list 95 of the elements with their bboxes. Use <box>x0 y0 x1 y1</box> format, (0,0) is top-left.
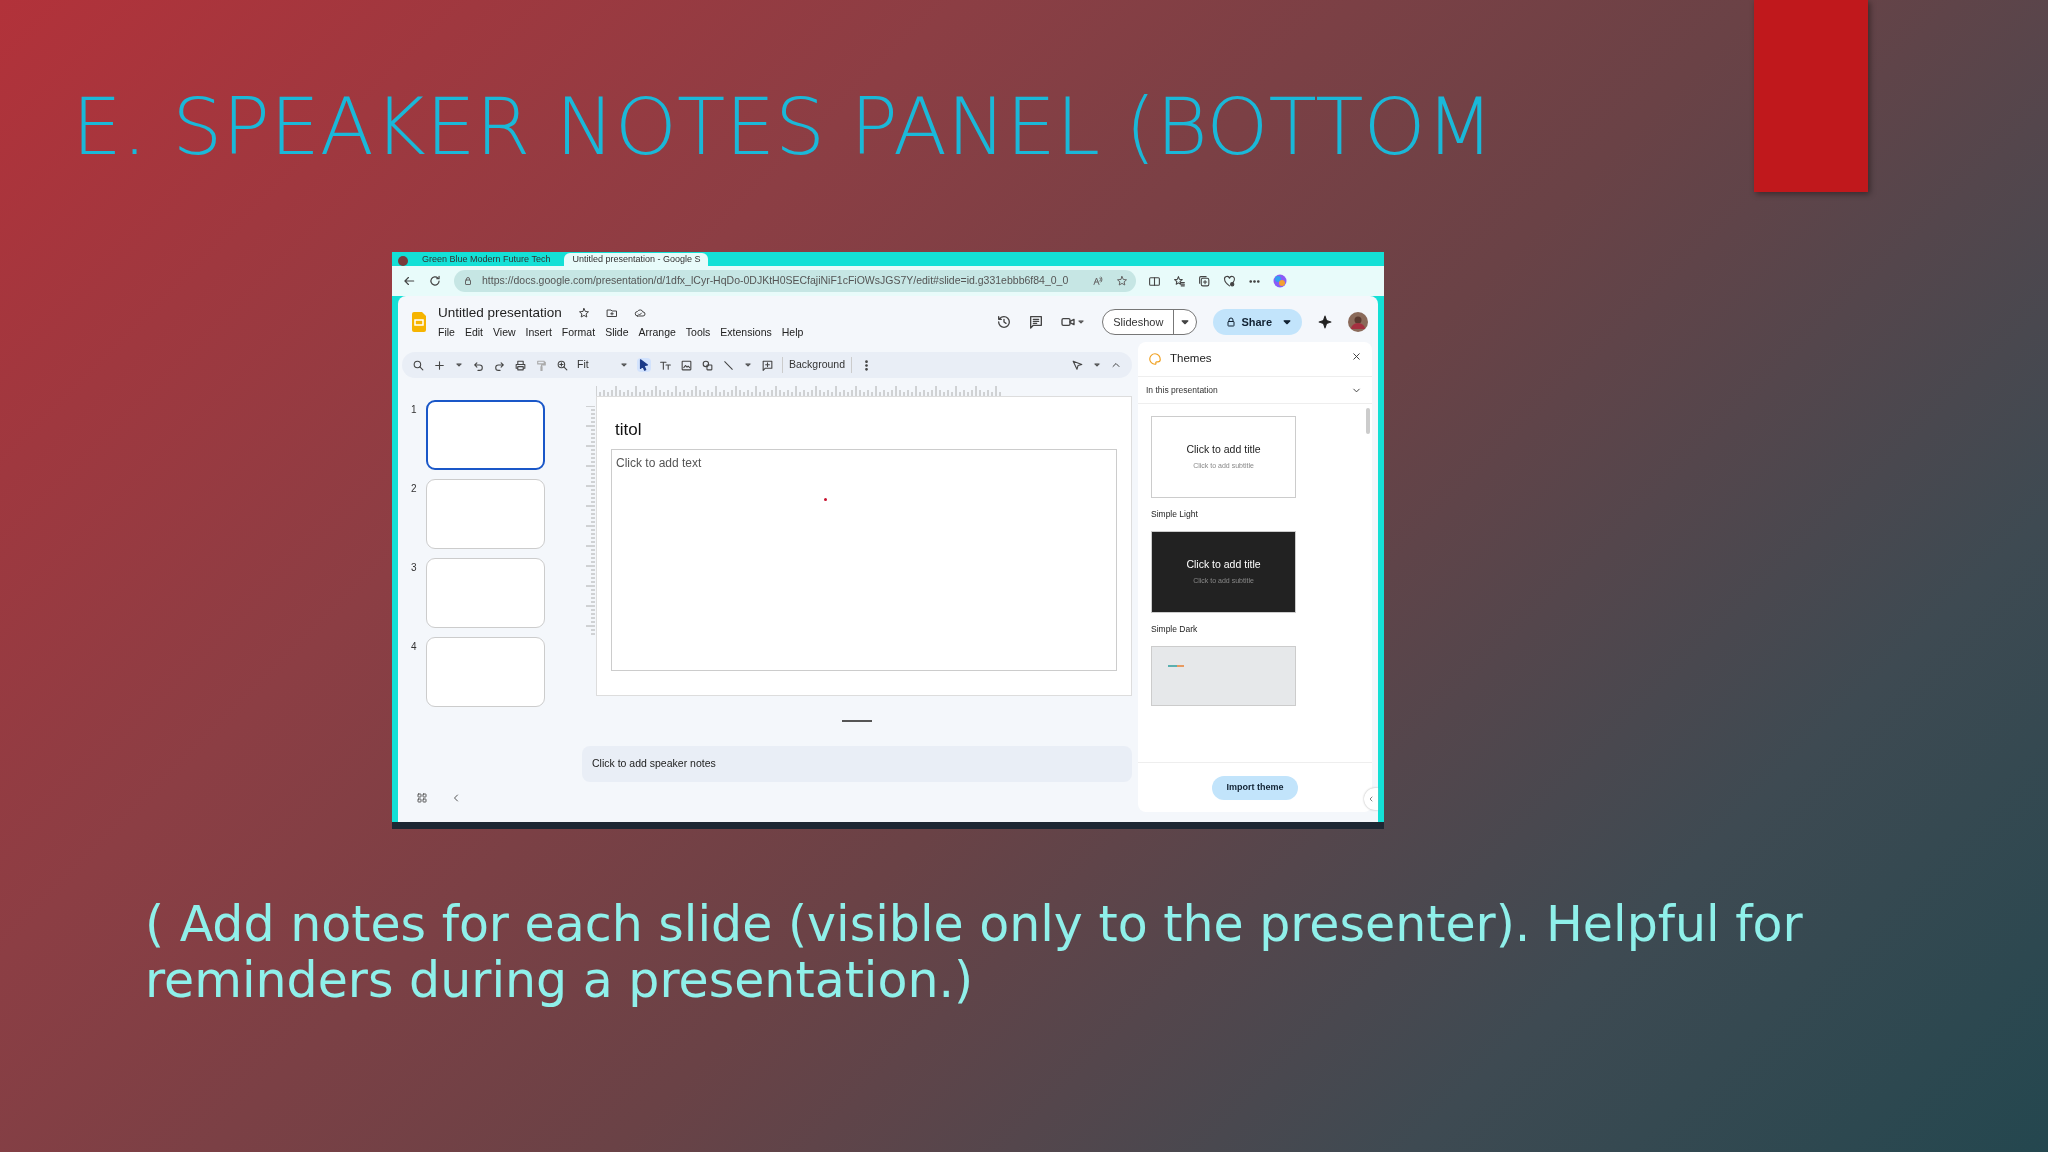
zoom-button[interactable] <box>556 358 569 372</box>
sparkle-icon <box>1318 315 1332 329</box>
paint-roller-icon <box>535 358 548 372</box>
menu-item[interactable]: Extensions <box>720 325 772 341</box>
palette-icon <box>1148 352 1162 366</box>
grid-icon <box>416 792 428 804</box>
add-comment-button[interactable] <box>761 358 774 372</box>
menu-item[interactable]: Format <box>561 325 596 341</box>
menu-item[interactable]: Help <box>781 325 804 341</box>
import-theme-button[interactable]: Import theme <box>1212 775 1298 800</box>
pointer-dot <box>824 497 827 501</box>
document-title[interactable]: Untitled presentation <box>438 303 562 324</box>
slides-logo-icon <box>412 312 426 332</box>
background-button[interactable]: Background <box>782 357 853 373</box>
cursor-icon <box>637 358 651 372</box>
menu-item[interactable]: View <box>493 325 516 341</box>
copilot-icon[interactable] <box>1273 274 1287 288</box>
print-button[interactable] <box>514 358 527 372</box>
reload-icon <box>428 274 442 288</box>
star-button[interactable] <box>577 307 590 320</box>
url-text: https://docs.google.com/presentation/d/1dfx_lCyr-HqDo-0DJKtH0SECfajiNiF1cFiOWsJGS7Y/edit#slide=id.g331ebbb6f84_0_0 <box>482 273 1069 289</box>
move-folder-button[interactable] <box>605 307 618 320</box>
version-history-button[interactable] <box>996 314 1013 330</box>
slide-title-text: titol <box>615 419 643 441</box>
star-icon <box>577 307 590 320</box>
read-aloud-icon <box>1092 275 1104 287</box>
split-screen-button[interactable] <box>1148 274 1161 288</box>
back-arrow-icon <box>402 274 416 288</box>
menu-item[interactable]: Edit <box>464 325 483 341</box>
slide-thumbnail[interactable] <box>426 400 545 470</box>
menu-item[interactable]: File <box>438 325 455 341</box>
slide-number: 4 <box>411 640 417 654</box>
close-icon <box>1351 351 1362 363</box>
search-icon <box>412 358 425 372</box>
line-button[interactable] <box>722 358 735 372</box>
grid-view-button[interactable] <box>416 792 428 804</box>
speaker-notes-field[interactable]: Click to add speaker notes <box>582 746 1132 782</box>
caption-text: ( Add notes for each slide (visible only to the presenter). Helpful for reminders during a presentation.) <box>145 895 1804 1010</box>
comments-button[interactable] <box>1028 314 1045 330</box>
folder-icon <box>605 307 618 320</box>
slide-title: E. SPEAKER NOTES PANEL (BOTTOM <box>71 80 1494 167</box>
slide-canvas[interactable]: titol Click to add text <box>596 396 1132 696</box>
search-button[interactable] <box>412 358 425 372</box>
line-icon <box>722 358 735 372</box>
image-icon <box>680 358 693 372</box>
browser-tab[interactable]: Green Blue Modern Future Tech <box>414 253 559 266</box>
scrollbar[interactable] <box>1366 408 1370 434</box>
new-slide-button[interactable] <box>433 358 446 372</box>
image-button[interactable] <box>680 358 693 372</box>
back-button[interactable] <box>402 274 416 288</box>
theme-name: Simple Light <box>1151 508 1199 521</box>
resize-handle[interactable] <box>842 720 872 722</box>
slide-number: 2 <box>411 482 417 496</box>
zoom-dropdown[interactable]: Fit <box>577 357 629 373</box>
menu-item[interactable]: Arrange <box>638 325 676 341</box>
menu-item[interactable]: Slide <box>605 325 629 341</box>
select-tool-button[interactable] <box>637 358 651 372</box>
lock-icon <box>1225 316 1238 328</box>
favorite-star-icon <box>1116 275 1128 287</box>
heart-icon <box>1223 274 1236 288</box>
heart-icon-button[interactable] <box>1223 274 1236 288</box>
menu-item[interactable]: Tools <box>685 325 711 341</box>
collections-icon <box>1198 274 1211 288</box>
cloud-saved-icon[interactable] <box>633 307 646 320</box>
address-bar[interactable]: https://docs.google.com/presentation/d/1dfx_lCyr-HqDo-0DJKtH0SECfajiNiF1cFiOWsJGS7Y/edit#slide=id.g331ebbb6f84_0_0 <box>454 270 1136 292</box>
split-screen-icon <box>1148 274 1161 288</box>
lock-icon <box>462 275 474 287</box>
shapes-icon <box>701 358 714 372</box>
avatar[interactable] <box>1348 312 1368 332</box>
slide-number: 1 <box>411 403 417 417</box>
panel-title: Themes <box>1170 351 1212 367</box>
shape-button[interactable] <box>701 358 714 372</box>
reload-button[interactable] <box>428 274 442 288</box>
history-icon <box>996 314 1013 330</box>
accent-line-icon <box>1168 664 1184 667</box>
close-button[interactable] <box>1351 351 1362 363</box>
collections-button[interactable] <box>1198 274 1211 288</box>
printer-icon <box>514 358 527 372</box>
menu-item[interactable]: Insert <box>525 325 552 341</box>
favorites-icon <box>1173 274 1186 288</box>
slide-number: 3 <box>411 561 417 575</box>
pen-tool-button[interactable] <box>1071 358 1084 372</box>
favorites-button[interactable] <box>1173 274 1186 288</box>
chevron-left-icon <box>1367 795 1375 803</box>
theme-name: Simple Dark <box>1151 622 1199 636</box>
theme-filter-dropdown[interactable]: In this presentation <box>1138 376 1372 404</box>
zoom-icon <box>556 358 569 372</box>
plus-icon <box>433 358 446 372</box>
pen-icon <box>1071 358 1084 372</box>
text-placeholder[interactable]: Click to add text <box>611 448 1117 671</box>
cloud-icon <box>633 307 646 320</box>
comment-icon <box>1028 314 1045 330</box>
comment-plus-icon <box>761 358 774 372</box>
browser-tab[interactable]: Untitled presentation - Google S <box>564 253 709 266</box>
avatar-icon <box>398 256 408 266</box>
